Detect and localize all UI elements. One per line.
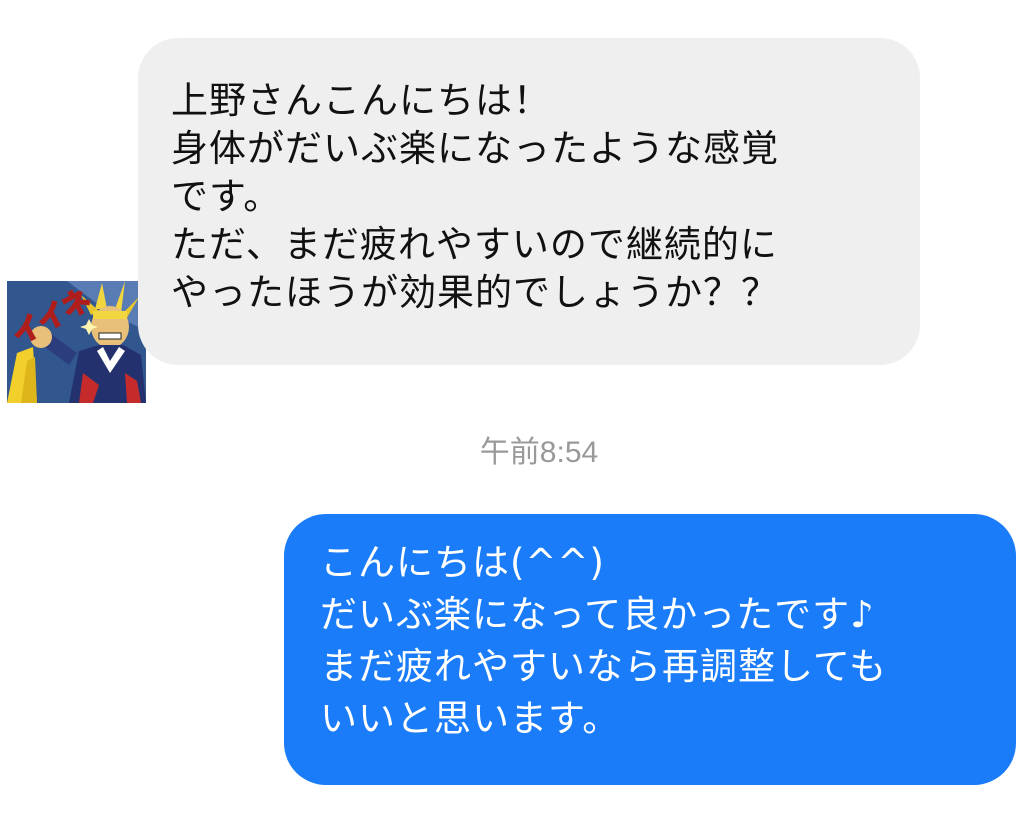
incoming-message-bubble[interactable]: 上野さんこんにちは！ 身体がだいぶ楽になったような感覚 です。 ただ、まだ疲れや… bbox=[138, 38, 920, 365]
sender-avatar[interactable]: イイネ bbox=[7, 281, 146, 403]
message-timestamp: 午前8:54 bbox=[479, 436, 599, 469]
message-line: まだ疲れやすいなら再調整しても bbox=[320, 645, 888, 688]
message-line: ただ、まだ疲れやすいので継続的に bbox=[171, 223, 778, 266]
message-line: 上野さんこんにちは！ bbox=[171, 79, 551, 122]
outgoing-message-bubble[interactable]: こんにちは(^^) だいぶ楽になって良かったです♪ まだ疲れやすいなら再調整して… bbox=[284, 514, 1016, 785]
message-line: やったほうが効果的でしょうか？？ bbox=[171, 271, 779, 314]
message-line: こんにちは(^^) bbox=[320, 541, 605, 584]
all-might-iine-sticker-icon: イイネ bbox=[7, 281, 146, 403]
message-line: です。 bbox=[171, 175, 282, 218]
message-line: いいと思います。 bbox=[320, 697, 621, 740]
message-line: だいぶ楽になって良かったです♪ bbox=[320, 593, 875, 636]
message-line: 身体がだいぶ楽になったような感覚 bbox=[171, 127, 779, 170]
